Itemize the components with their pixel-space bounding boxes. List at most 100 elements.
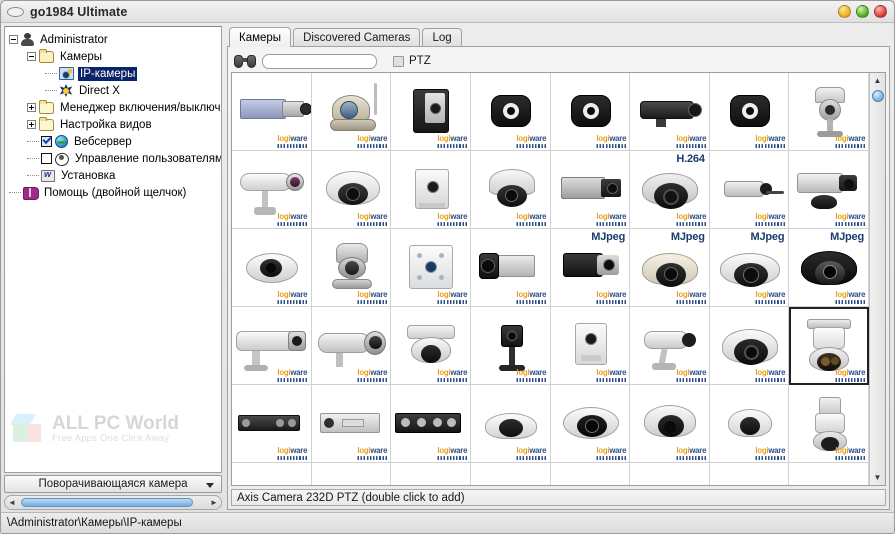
close-button[interactable] [874,5,887,18]
camera-cell[interactable]: logiware [471,151,551,229]
tree-item-label: Установка [59,169,117,183]
camera-cell[interactable]: logiware [312,307,392,385]
camera-cell[interactable] [789,463,869,485]
scroll-left-icon[interactable]: ◄ [5,498,19,507]
camera-cell[interactable]: logiware [471,385,551,463]
camera-cell[interactable]: logiware [391,385,471,463]
camera-cell[interactable]: logiware [312,151,392,229]
tree-item-3[interactable]: Direct X [5,82,221,99]
camera-cell[interactable]: logiware [471,73,551,151]
tree-item-0[interactable]: Administrator [5,31,221,48]
camera-cell[interactable]: logiware [232,73,312,151]
collapse-icon[interactable] [9,35,18,44]
logiware-watermark: logiware [437,292,467,304]
camera-thumbnail-partial-a [232,463,311,485]
camera-cell[interactable]: logiware [312,229,392,307]
expand-icon[interactable] [27,103,36,112]
tree-checkbox[interactable] [41,153,52,164]
tree-item-9[interactable]: Помощь (двойной щелчок) [5,184,221,201]
tree-item-2[interactable]: IP-камеры [5,65,221,82]
cube-logo-icon [11,412,45,446]
logiware-watermark: logiware [756,292,786,304]
tree-item-7[interactable]: Управление пользователям [5,150,221,167]
camera-cell[interactable]: logiware [232,385,312,463]
camera-cell[interactable] [391,463,471,485]
vertical-scrollbar[interactable]: ▲ ▼ [869,73,885,485]
globe-icon [55,135,68,148]
tab-discovered-cameras[interactable]: Discovered Cameras [293,28,420,47]
ptz-filter[interactable]: PTZ [393,55,431,67]
camera-grid[interactable]: logiwarelogiwarelogiwarelogiwarelogiware… [232,73,869,485]
camera-cell[interactable] [710,463,790,485]
camera-cell[interactable] [551,463,631,485]
tree-item-6[interactable]: Вебсервер [5,133,221,150]
tree-item-label: Помощь (двойной щелчок) [42,186,188,200]
camera-cell[interactable]: logiware [789,151,869,229]
camera-cell[interactable]: logiware [471,307,551,385]
navigation-tree[interactable]: AdministratorКамерыIP-камерыDirect XМене… [4,26,222,473]
camera-cell[interactable]: logiware [312,73,392,151]
camera-cell[interactable]: logiware [551,151,631,229]
collapse-icon[interactable] [27,52,36,61]
camera-cell[interactable]: logiware [710,307,790,385]
expand-icon[interactable] [27,120,36,129]
status-path: \Administrator\Камеры\IP-камеры [7,517,182,529]
camera-cell[interactable]: logiware [391,307,471,385]
camera-cell[interactable]: MJpeglogiware [710,229,790,307]
scroll-right-icon[interactable]: ► [207,498,221,507]
camera-cell[interactable]: logiware [789,307,869,385]
minimize-button[interactable] [838,5,851,18]
camera-cell[interactable]: logiware [710,385,790,463]
camera-cell[interactable]: MJpeglogiware [551,229,631,307]
camera-cell[interactable]: logiware [232,307,312,385]
tree-connector [27,158,39,159]
tree-item-5[interactable]: Настройка видов [5,116,221,133]
camera-cell[interactable]: logiware [630,307,710,385]
camera-cell[interactable]: logiware [391,229,471,307]
tree-item-1[interactable]: Камеры [5,48,221,65]
camera-cell[interactable]: H.264logiware [630,151,710,229]
camera-cell[interactable]: logiware [391,151,471,229]
camera-cell[interactable]: logiware [391,73,471,151]
maximize-button[interactable] [856,5,869,18]
tree-item-8[interactable]: Установка [5,167,221,184]
search-toolbar: PTZ [231,50,886,72]
hscroll-thumb[interactable] [21,498,193,507]
camera-cell[interactable]: logiware [232,229,312,307]
camera-cell[interactable]: logiware [551,307,631,385]
logiware-watermark: logiware [596,214,626,226]
camera-cell[interactable]: logiware [471,229,551,307]
camera-cell[interactable]: logiware [551,385,631,463]
camera-cell[interactable] [232,463,312,485]
camera-cell[interactable]: logiware [232,151,312,229]
camera-thumbnail-partial-g [710,463,789,485]
tree-connector [45,73,57,74]
tab-log[interactable]: Log [422,28,461,47]
ptz-checkbox[interactable] [393,56,404,67]
tree-item-4[interactable]: Менеджер включения/выключе [5,99,221,116]
codec-badge: H.264 [676,153,704,165]
camera-cell[interactable]: logiware [551,73,631,151]
logiware-watermark: logiware [596,136,626,148]
tree-checkbox[interactable] [41,136,52,147]
scroll-up-icon[interactable]: ▲ [871,74,884,87]
horizontal-scrollbar[interactable]: ◄ ► [4,495,222,510]
camera-cell[interactable]: logiware [630,73,710,151]
search-input[interactable] [262,54,377,69]
camera-thumbnail-partial-h [789,463,868,485]
camera-cell[interactable] [630,463,710,485]
camera-cell[interactable] [471,463,551,485]
camera-cell[interactable] [312,463,392,485]
camera-cell[interactable]: MJpeglogiware [630,229,710,307]
camera-cell[interactable]: logiware [312,385,392,463]
tab-камеры[interactable]: Камеры [229,27,291,47]
camera-cell[interactable]: logiware [710,151,790,229]
camera-cell[interactable]: logiware [630,385,710,463]
camera-cell[interactable]: MJpeglogiware [789,229,869,307]
camera-cell[interactable]: logiware [710,73,790,151]
vscroll-thumb[interactable] [872,90,884,102]
camera-cell[interactable]: logiware [789,73,869,151]
camera-cell[interactable]: logiware [789,385,869,463]
scroll-down-icon[interactable]: ▼ [871,471,884,484]
camera-type-dropdown[interactable]: Поворачивающаяся камера [4,475,222,493]
